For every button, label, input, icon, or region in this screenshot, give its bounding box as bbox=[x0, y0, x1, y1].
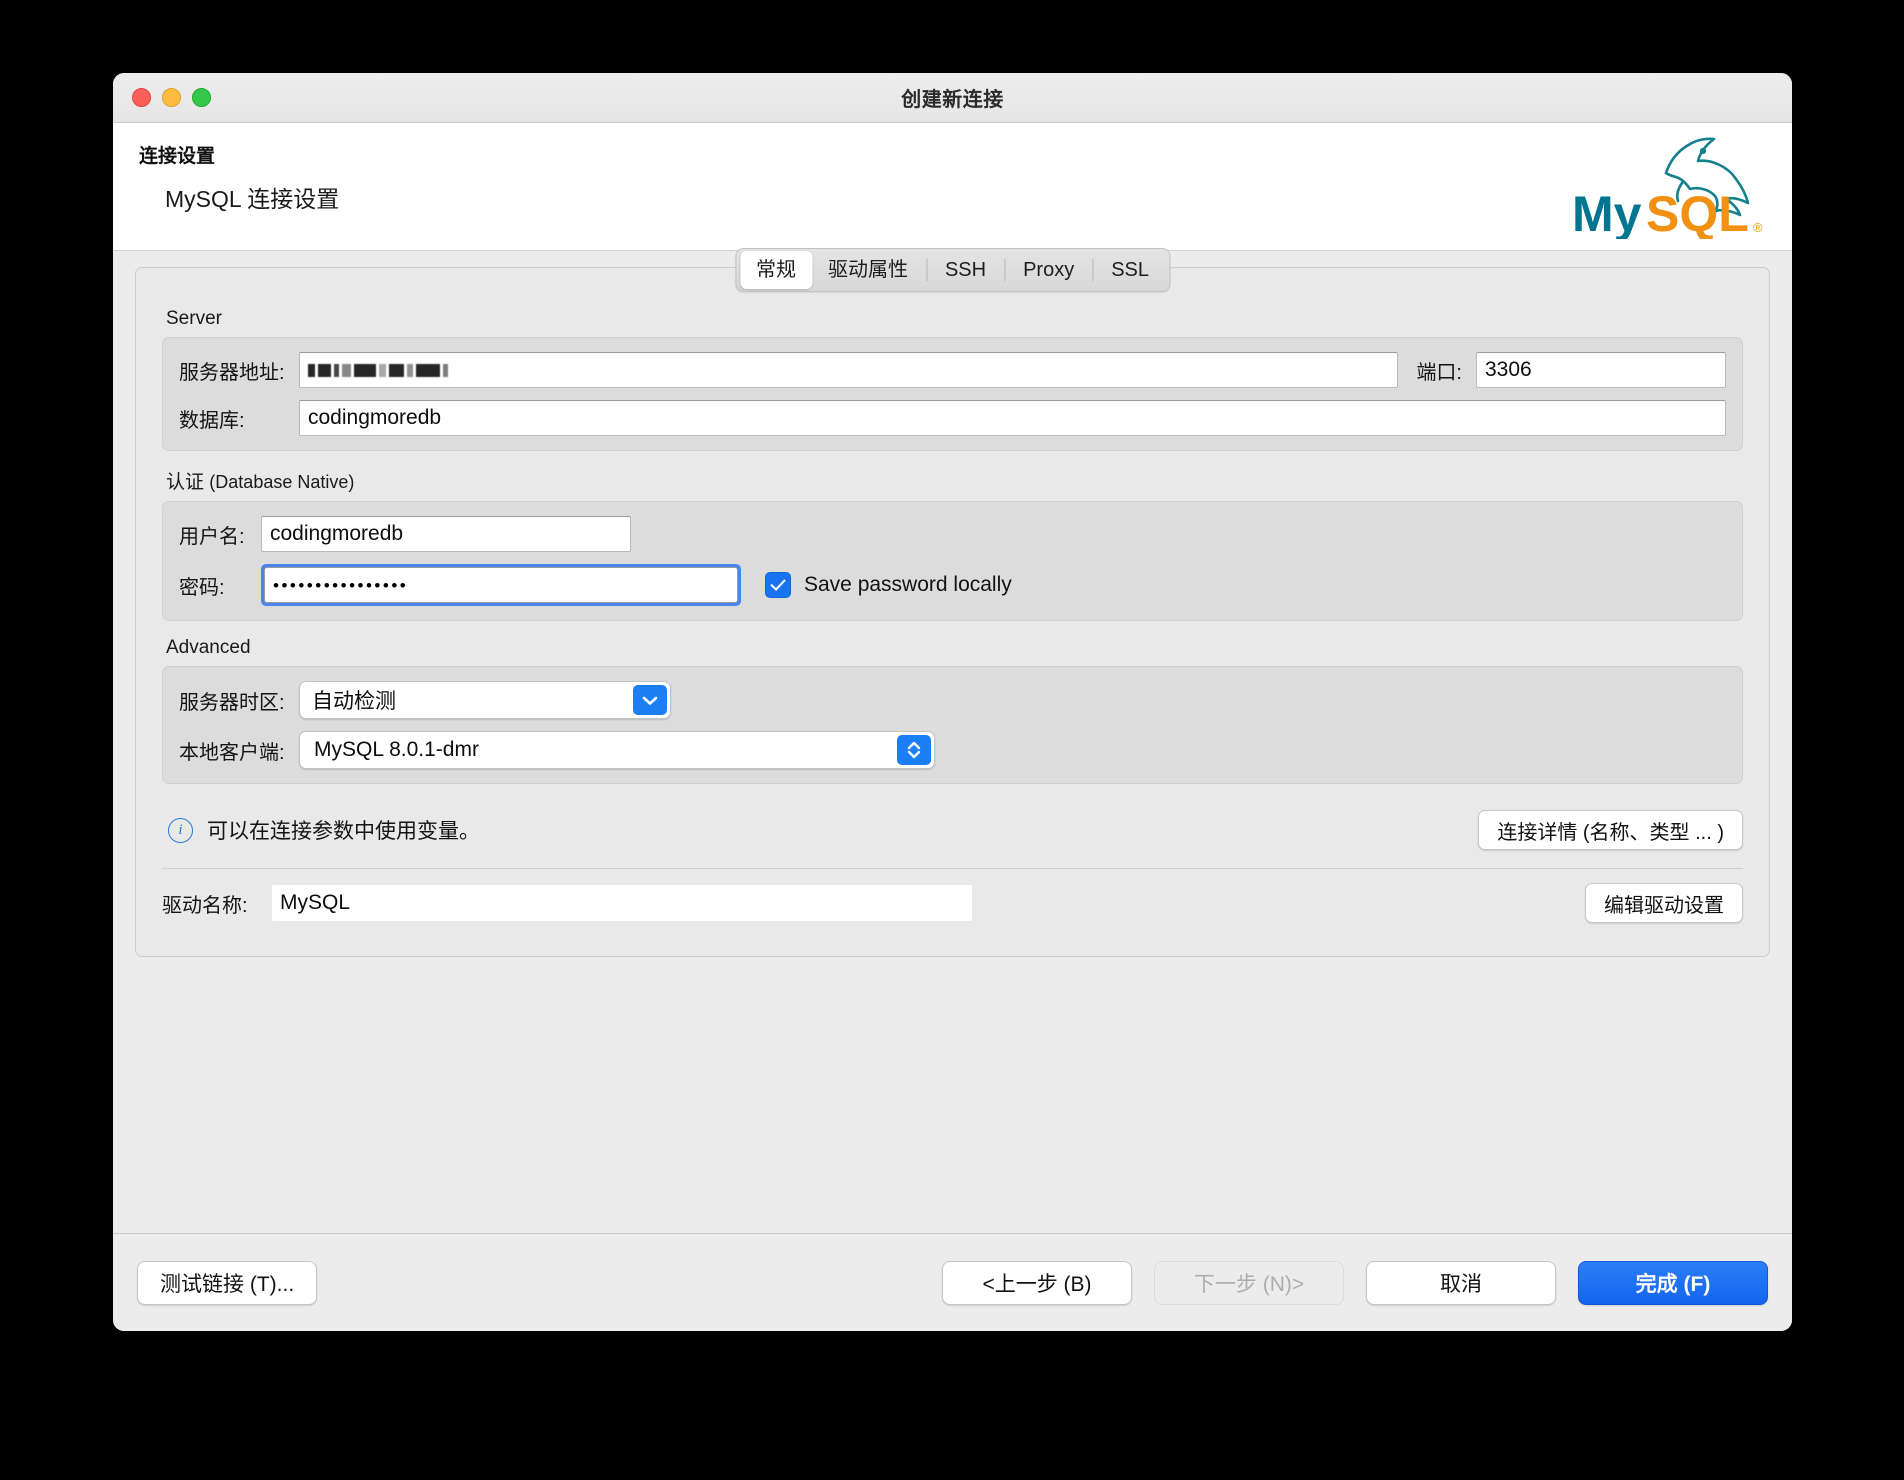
host-row: 服务器地址: 端口: 3306 bbox=[179, 352, 1726, 388]
username-label: 用户名: bbox=[179, 520, 261, 549]
settings-panel: 常规 驱动属性 SSH Proxy SSL Server 服务器地址: bbox=[135, 267, 1770, 957]
username-input[interactable]: codingmoredb bbox=[261, 516, 631, 552]
tab-proxy[interactable]: Proxy bbox=[1007, 251, 1090, 289]
chevron-down-icon[interactable] bbox=[633, 685, 667, 715]
auth-group-label-text: 认证 bbox=[166, 472, 204, 493]
tab-ssl[interactable]: SSL bbox=[1095, 251, 1165, 289]
tab-separator bbox=[1004, 259, 1005, 281]
tab-separator bbox=[1092, 259, 1093, 281]
host-redacted-value bbox=[308, 353, 448, 387]
client-row: 本地客户端: MySQL 8.0.1-dmr bbox=[179, 731, 1726, 769]
database-input[interactable]: codingmoredb bbox=[299, 400, 1726, 436]
username-row: 用户名: codingmoredb bbox=[179, 516, 1726, 552]
save-password-checkbox[interactable] bbox=[765, 572, 791, 598]
database-label: 数据库: bbox=[179, 404, 299, 433]
timezone-row: 服务器时区: 自动检测 bbox=[179, 681, 1726, 719]
finish-button[interactable]: 完成 (F) bbox=[1578, 1261, 1768, 1305]
info-circle-icon: i bbox=[168, 818, 193, 843]
header-title: 连接设置 bbox=[139, 141, 1792, 168]
info-row: i 可以在连接参数中使用变量。 连接详情 (名称、类型 ... ) bbox=[162, 810, 1743, 850]
dialog-content: 常规 驱动属性 SSH Proxy SSL Server 服务器地址: bbox=[113, 251, 1792, 1233]
window-title: 创建新连接 bbox=[113, 83, 1792, 112]
dialog-header: 连接设置 MySQL 连接设置 My SQL ® bbox=[113, 123, 1792, 251]
password-label: 密码: bbox=[179, 571, 261, 600]
mysql-logo-icon: My SQL ® bbox=[1570, 133, 1770, 239]
next-button: 下一步 (N)> bbox=[1154, 1261, 1344, 1305]
auth-group-label: 认证 (Database Native) bbox=[166, 467, 1743, 494]
screen: 创建新连接 连接设置 MySQL 连接设置 My SQL ® bbox=[0, 0, 1904, 1480]
password-row: 密码: •••••••••••••••• Save password local… bbox=[179, 564, 1726, 606]
tab-ssh[interactable]: SSH bbox=[929, 251, 1002, 289]
svg-text:®: ® bbox=[1753, 220, 1763, 235]
back-button[interactable]: <上一步 (B) bbox=[942, 1261, 1132, 1305]
minimize-window-icon[interactable] bbox=[162, 88, 181, 107]
auth-group: 用户名: codingmoredb 密码: •••••••••••••••• S bbox=[162, 501, 1743, 621]
tab-separator bbox=[926, 259, 927, 281]
connection-details-button[interactable]: 连接详情 (名称、类型 ... ) bbox=[1478, 810, 1743, 850]
tab-bar: 常规 驱动属性 SSH Proxy SSL bbox=[735, 248, 1170, 292]
tab-driver-properties[interactable]: 驱动属性 bbox=[812, 251, 924, 289]
database-row: 数据库: codingmoredb bbox=[179, 400, 1726, 436]
test-connection-button[interactable]: 测试链接 (T)... bbox=[137, 1261, 317, 1305]
timezone-label: 服务器时区: bbox=[179, 686, 299, 715]
edit-driver-settings-button[interactable]: 编辑驱动设置 bbox=[1585, 883, 1743, 923]
local-client-popup-button[interactable]: MySQL 8.0.1-dmr bbox=[299, 731, 935, 769]
password-field-focus-ring: •••••••••••••••• bbox=[261, 564, 741, 606]
tab-general[interactable]: 常规 bbox=[740, 251, 812, 289]
cancel-button[interactable]: 取消 bbox=[1366, 1261, 1556, 1305]
driver-row: 驱动名称: MySQL 编辑驱动设置 bbox=[162, 883, 1743, 923]
maximize-window-icon[interactable] bbox=[192, 88, 211, 107]
timezone-combobox[interactable]: 自动检测 bbox=[299, 681, 671, 719]
host-input[interactable] bbox=[299, 352, 1398, 388]
svg-text:SQL: SQL bbox=[1646, 186, 1749, 239]
timezone-value: 自动检测 bbox=[312, 685, 396, 715]
auth-group-label-suffix: (Database Native) bbox=[209, 472, 354, 492]
dialog-footer: 测试链接 (T)... <上一步 (B) 下一步 (N)> 取消 完成 (F) bbox=[113, 1233, 1792, 1331]
section-divider bbox=[162, 868, 1743, 869]
chevron-up-down-icon[interactable] bbox=[897, 735, 931, 765]
port-input[interactable]: 3306 bbox=[1476, 352, 1726, 388]
server-group: 服务器地址: 端口: 3306 数据 bbox=[162, 337, 1743, 451]
advanced-group-label: Advanced bbox=[166, 637, 1743, 659]
create-connection-dialog: 创建新连接 连接设置 MySQL 连接设置 My SQL ® bbox=[113, 73, 1792, 1331]
traffic-light-group bbox=[132, 88, 211, 107]
advanced-group: 服务器时区: 自动检测 本地客户端: bbox=[162, 666, 1743, 784]
save-password-label: Save password locally bbox=[804, 573, 1012, 597]
password-input[interactable]: •••••••••••••••• bbox=[264, 567, 738, 603]
svg-text:My: My bbox=[1572, 186, 1642, 239]
client-label: 本地客户端: bbox=[179, 736, 299, 765]
server-group-label: Server bbox=[166, 308, 1743, 330]
local-client-value: MySQL 8.0.1-dmr bbox=[314, 738, 479, 762]
password-masked-value: •••••••••••••••• bbox=[273, 577, 408, 594]
save-password-checkbox-wrapper[interactable]: Save password locally bbox=[765, 572, 1012, 598]
info-text: 可以在连接参数中使用变量。 bbox=[207, 815, 480, 845]
driver-name-input[interactable]: MySQL bbox=[272, 885, 972, 921]
host-label: 服务器地址: bbox=[179, 356, 299, 385]
port-label: 端口: bbox=[1416, 356, 1462, 385]
driver-name-label: 驱动名称: bbox=[162, 889, 272, 918]
close-window-icon[interactable] bbox=[132, 88, 151, 107]
header-subtitle: MySQL 连接设置 bbox=[165, 180, 1792, 214]
window-titlebar: 创建新连接 bbox=[113, 73, 1792, 123]
